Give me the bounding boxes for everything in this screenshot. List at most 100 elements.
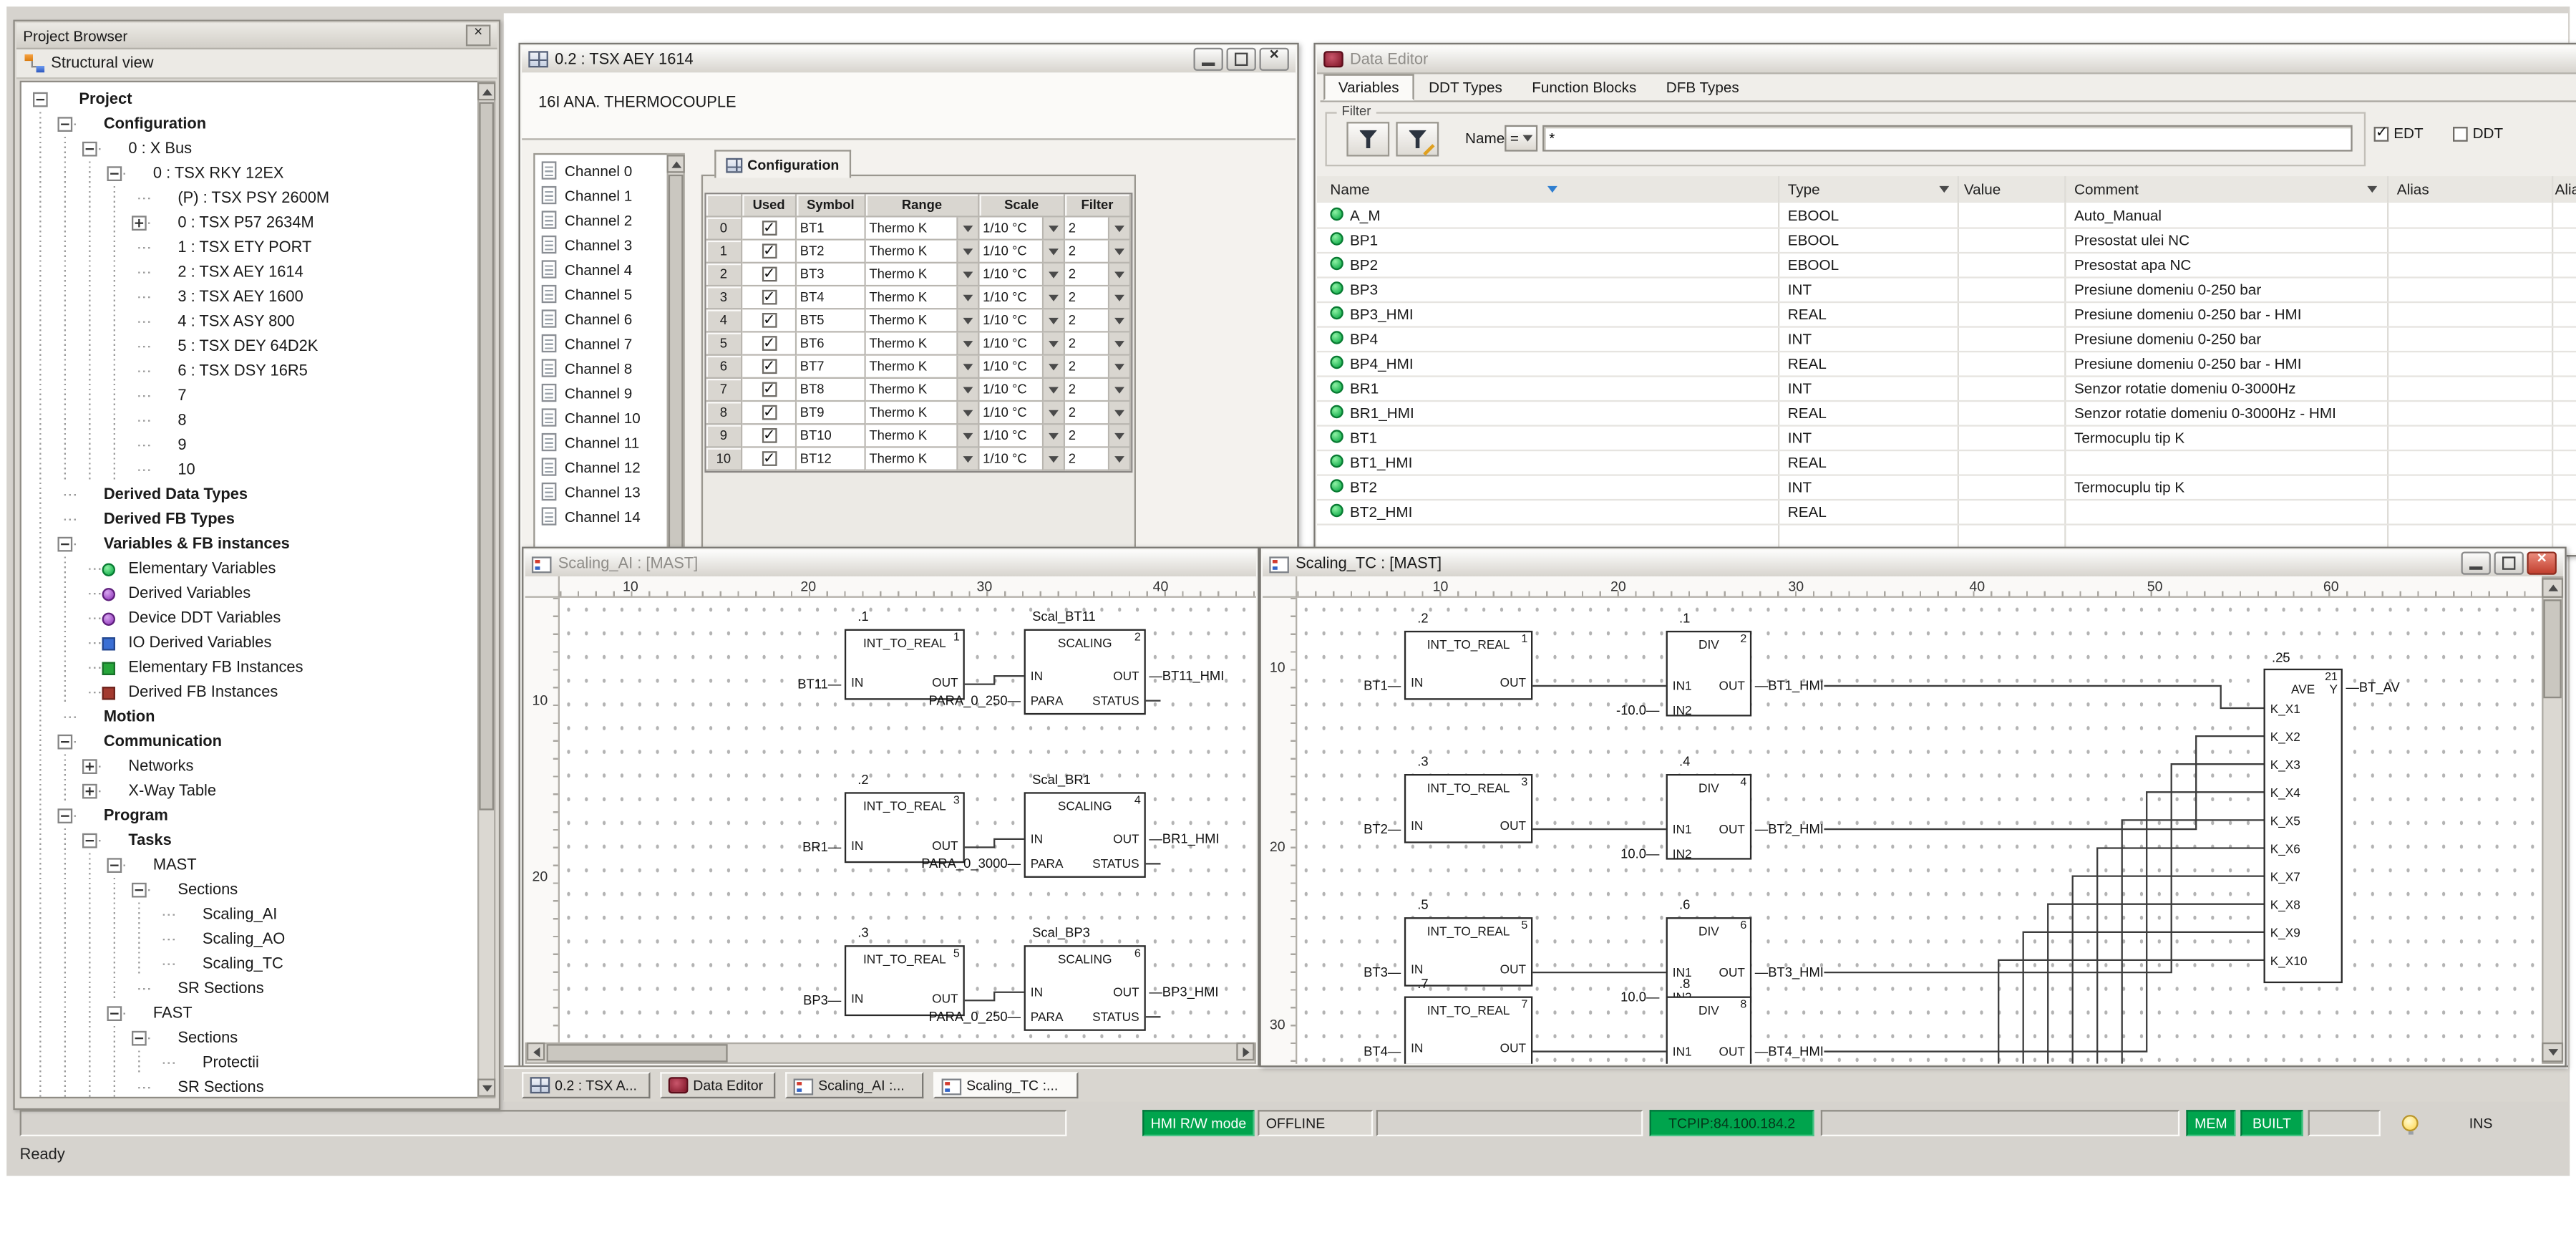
symbol-cell[interactable]: BT3 [797,263,866,286]
channel-list-item[interactable]: Channel 7 [538,331,664,356]
filter-cell[interactable]: 2 [1065,241,1109,263]
filter-cell[interactable]: 2 [1065,425,1109,448]
close-button[interactable] [2527,552,2557,575]
tree-item[interactable]: 0 : TSX RKY 12EX [23,161,476,186]
scale-cell[interactable]: 1/10 °C [980,286,1044,309]
tab-function-blocks[interactable]: Function Blocks [1517,74,1652,101]
filter-dropdown[interactable] [1109,356,1131,379]
channel-list-item[interactable]: Channel 0 [538,158,664,183]
symbol-cell[interactable]: BT7 [797,356,866,379]
symbol-cell[interactable]: BT10 [797,425,866,448]
scale-dropdown[interactable] [1044,309,1065,332]
tree-item[interactable]: X-Way Table [23,779,476,804]
collapse-icon[interactable] [58,117,73,132]
filter-edit-button[interactable] [1396,122,1439,156]
scale-dropdown[interactable] [1044,218,1065,241]
symbol-cell[interactable]: BT12 [797,448,866,471]
tree-item[interactable]: 4 : TSX ASY 800 [23,309,476,334]
scale-dropdown[interactable] [1044,425,1065,448]
filter-dropdown[interactable] [1109,263,1131,286]
tree-item[interactable]: SR Sections [23,977,476,1002]
tree-item[interactable]: Elementary Variables [23,556,476,581]
collapse-icon[interactable] [58,735,73,750]
tree-item[interactable]: 3 : TSX AEY 1600 [23,285,476,310]
scale-cell[interactable]: 1/10 °C [980,402,1044,425]
used-checkbox[interactable] [762,382,777,397]
range-dropdown[interactable] [958,218,980,241]
scroll-right-arrow[interactable] [1236,1043,1254,1060]
range-dropdown[interactable] [958,309,980,332]
channel-list-item[interactable]: Channel 3 [538,232,664,257]
column-header[interactable]: Comment [2074,181,2139,198]
minimize-button[interactable] [2461,552,2491,575]
minimize-button[interactable] [1194,48,1223,71]
range-cell[interactable]: Thermo K [866,402,958,425]
variable-row[interactable]: BT1_HMIREAL [1317,450,2576,476]
range-dropdown[interactable] [958,241,980,263]
symbol-cell[interactable]: BT8 [797,379,866,402]
column-header[interactable]: Value [1964,181,2001,198]
variable-row[interactable]: BT2INTTermocuplu tip K [1317,474,2576,500]
chevron-down-icon[interactable] [1939,186,1949,193]
range-dropdown[interactable] [958,448,980,471]
used-checkbox[interactable] [762,267,777,282]
filter-dropdown[interactable] [1109,286,1131,309]
tree-item[interactable]: 7 [23,384,476,409]
used-cell[interactable] [742,263,797,286]
range-cell[interactable]: Thermo K [866,379,958,402]
tree-item[interactable]: Sections [23,878,476,903]
variable-row[interactable]: BR1_HMIREALSenzor rotatie domeniu 0-3000… [1317,400,2576,427]
collapse-icon[interactable] [107,858,122,873]
collapse-icon[interactable] [82,142,97,157]
scale-cell[interactable]: 1/10 °C [980,356,1044,379]
filter-dropdown[interactable] [1109,218,1131,241]
variable-row[interactable]: BP3INTPresiune domeniu 0-250 bar [1317,276,2576,303]
scroll-thumb[interactable] [479,102,494,811]
tree-item[interactable]: Scaling_AI [23,902,476,927]
tree-item[interactable]: Scaling_TC [23,952,476,977]
tree-item[interactable]: MAST [23,853,476,878]
used-cell[interactable] [742,425,797,448]
collapse-icon[interactable] [58,537,73,552]
scale-cell[interactable]: 1/10 °C [980,425,1044,448]
scroll-down-arrow[interactable] [477,1079,495,1097]
range-cell[interactable]: Thermo K [866,333,958,356]
tree-item[interactable]: Scaling_AO [23,927,476,952]
range-cell[interactable]: Thermo K [866,309,958,332]
range-dropdown[interactable] [958,286,980,309]
tree-item[interactable]: Tasks [23,828,476,853]
range-dropdown[interactable] [958,402,980,425]
data-editor-titlebar[interactable]: Data Editor [1317,46,2576,74]
filter-dropdown[interactable] [1109,309,1131,332]
module-config-titlebar[interactable]: 0.2 : TSX AEY 1614 [522,46,1296,74]
symbol-cell[interactable]: BT9 [797,402,866,425]
scroll-left-arrow[interactable] [527,1043,545,1060]
tab-ddt-types[interactable]: DDT Types [1414,74,1517,101]
scale-dropdown[interactable] [1044,286,1065,309]
filter-dropdown[interactable] [1109,402,1131,425]
vertical-scrollbar[interactable] [2542,576,2563,1064]
maximize-button[interactable] [2494,552,2524,575]
range-cell[interactable]: Thermo K [866,286,958,309]
filter-cell[interactable]: 2 [1065,402,1109,425]
tree-item[interactable]: Project [23,87,476,112]
fbd-canvas-scaling-tc[interactable]: .2INT_TO_REAL1INOUTBT1.1DIV2IN1IN2OUT-10… [1297,598,2542,1064]
column-header[interactable]: Alia [2555,181,2576,198]
tree-item[interactable]: FAST [23,1001,476,1026]
tree-item[interactable]: Derived Data Types [23,483,476,508]
used-cell[interactable] [742,333,797,356]
variable-row[interactable]: BP4_HMIREALPresiune domeniu 0-250 bar - … [1317,351,2576,377]
tab-dfb-types[interactable]: DFB Types [1651,74,1754,101]
collapse-icon[interactable] [132,883,147,898]
range-cell[interactable]: Thermo K [866,425,958,448]
variable-row[interactable]: BP3_HMIREALPresiune domeniu 0-250 bar - … [1317,301,2576,328]
close-button[interactable] [1260,48,1289,71]
scale-cell[interactable]: 1/10 °C [980,309,1044,332]
edt-checkbox[interactable]: EDT [2374,125,2424,142]
used-checkbox[interactable] [762,428,777,443]
range-cell[interactable]: Thermo K [866,218,958,241]
symbol-cell[interactable]: BT1 [797,218,866,241]
scroll-thumb[interactable] [547,1044,728,1062]
maximize-button[interactable] [1227,48,1256,71]
range-cell[interactable]: Thermo K [866,448,958,471]
